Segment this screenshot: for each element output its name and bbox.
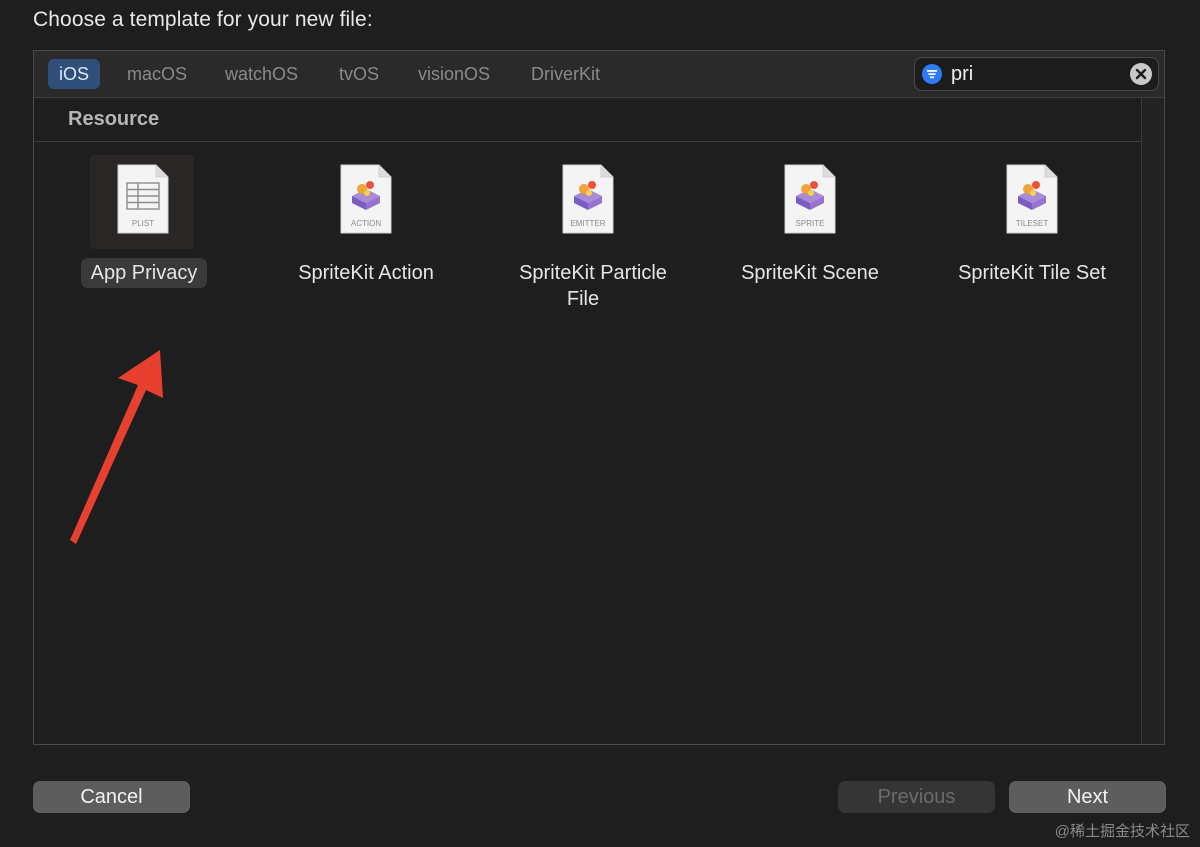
dialog-title: Choose a template for your new file: <box>33 8 373 31</box>
previous-button[interactable]: Previous <box>838 781 995 813</box>
filter-icon[interactable] <box>922 64 942 84</box>
tab-visionos[interactable]: visionOS <box>407 59 501 89</box>
svg-text:PLIST: PLIST <box>132 219 154 228</box>
template-label: SpriteKit Action <box>298 262 434 284</box>
spritekit-file-icon: TILESET <box>1006 164 1058 234</box>
tab-ios[interactable]: iOS <box>48 59 101 89</box>
template-label: App Privacy <box>34 258 254 288</box>
template-label: SpriteKit Tile Set <box>958 262 1106 284</box>
search-input[interactable]: pri <box>951 62 973 86</box>
spritekit-file-icon: EMITTER <box>562 164 614 234</box>
tab-tvos[interactable]: tvOS <box>328 59 390 89</box>
spritekit-file-icon: SPRITE <box>784 164 836 234</box>
svg-text:EMITTER: EMITTER <box>570 219 605 228</box>
tab-macos[interactable]: macOS <box>116 59 198 89</box>
template-label: SpriteKit Particle File <box>519 262 667 310</box>
template-chooser-panel: iOS macOS watchOS tvOS visionOS DriverKi… <box>33 50 1165 745</box>
spritekit-file-icon: ACTION <box>340 164 392 234</box>
clear-search-icon[interactable] <box>1130 63 1152 85</box>
cancel-button[interactable]: Cancel <box>33 781 190 813</box>
search-field[interactable]: pri <box>914 57 1159 91</box>
template-label: SpriteKit Scene <box>741 262 879 284</box>
scrollbar[interactable] <box>1141 98 1164 744</box>
plist-file-icon: PLIST <box>117 164 169 234</box>
tab-watchos[interactable]: watchOS <box>214 59 309 89</box>
tab-driverkit[interactable]: DriverKit <box>520 59 611 89</box>
svg-text:SPRITE: SPRITE <box>796 219 825 228</box>
watermark: @稀土掘金技术社区 <box>1054 823 1190 840</box>
section-header: Resource <box>34 98 1142 142</box>
svg-text:ACTION: ACTION <box>351 219 381 228</box>
section-title: Resource <box>68 108 160 130</box>
next-button[interactable]: Next <box>1009 781 1166 813</box>
platform-tab-bar: iOS macOS watchOS tvOS visionOS DriverKi… <box>34 51 1164 98</box>
svg-text:TILESET: TILESET <box>1016 219 1049 228</box>
